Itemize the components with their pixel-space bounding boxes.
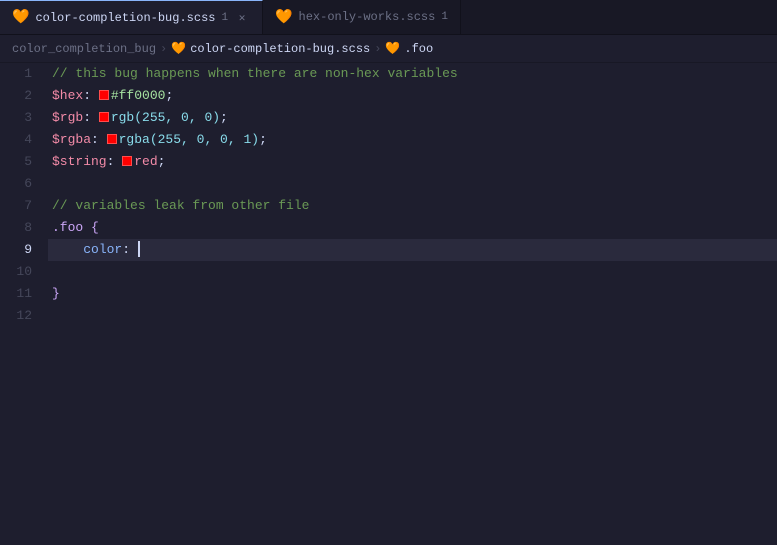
line-num-6: 6	[12, 173, 32, 195]
color-property: color	[83, 239, 122, 261]
line-num-2: 2	[12, 85, 32, 107]
line-num-3: 3	[12, 107, 32, 129]
line-num-12: 12	[12, 305, 32, 327]
line-num-7: 7	[12, 195, 32, 217]
breadcrumb-file-icon: 🧡	[171, 41, 186, 56]
breadcrumb-sep-2: ›	[374, 42, 381, 56]
breadcrumb-sep-1: ›	[160, 42, 167, 56]
swatch-string	[122, 156, 132, 166]
scss-tab-icon-1: 🧡	[12, 9, 29, 26]
swatch-rgb	[99, 112, 109, 122]
code-line-1: // this bug happens when there are non-h…	[48, 63, 777, 85]
line-num-9: 9	[12, 239, 32, 261]
code-line-9: color:	[48, 239, 777, 261]
tab-hex-only-works[interactable]: 🧡 hex-only-works.scss 1	[263, 0, 461, 34]
tab-label-1: color-completion-bug.scss	[35, 11, 215, 25]
tab-badge-2: 1	[441, 11, 448, 23]
line-num-4: 4	[12, 129, 32, 151]
code-line-12	[48, 305, 777, 327]
code-area[interactable]: // this bug happens when there are non-h…	[48, 63, 777, 545]
line-num-11: 11	[12, 283, 32, 305]
tab-close-1[interactable]: ✕	[234, 10, 250, 26]
comment-2: // variables leak from other file	[52, 195, 309, 217]
line-num-1: 1	[12, 63, 32, 85]
breadcrumb-folder: color_completion_bug	[12, 42, 156, 56]
string-value: red	[134, 151, 157, 173]
rgb-value: rgb(255, 0, 0)	[111, 107, 220, 129]
tab-bar: 🧡 color-completion-bug.scss 1 ✕ 🧡 hex-on…	[0, 0, 777, 35]
tab-color-completion-bug[interactable]: 🧡 color-completion-bug.scss 1 ✕	[0, 0, 263, 34]
swatch-rgba	[107, 134, 117, 144]
breadcrumb-selector: .foo	[404, 42, 433, 56]
selector-foo: .foo	[52, 217, 83, 239]
code-line-5: $string: red;	[48, 151, 777, 173]
line-num-10: 10	[12, 261, 32, 283]
scss-tab-icon-2: 🧡	[275, 9, 292, 26]
var-hex: $hex	[52, 85, 83, 107]
code-line-4: $rgba: rgba(255, 0, 0, 1);	[48, 129, 777, 151]
var-string: $string	[52, 151, 107, 173]
code-line-10	[48, 261, 777, 283]
line-num-5: 5	[12, 151, 32, 173]
comment-1: // this bug happens when there are non-h…	[52, 63, 458, 85]
swatch-hex	[99, 90, 109, 100]
var-rgb: $rgb	[52, 107, 83, 129]
text-cursor	[138, 241, 140, 257]
breadcrumb-selector-icon: 🧡	[385, 41, 400, 56]
line-numbers: 1 2 3 4 5 6 7 8 9 10 11 12	[0, 63, 48, 545]
code-line-2: $hex: #ff0000;	[48, 85, 777, 107]
code-line-6	[48, 173, 777, 195]
code-line-7: // variables leak from other file	[48, 195, 777, 217]
breadcrumb: color_completion_bug › 🧡 color-completio…	[0, 35, 777, 63]
code-line-11: }	[48, 283, 777, 305]
tab-badge-1: 1	[221, 12, 228, 24]
line-num-8: 8	[12, 217, 32, 239]
var-rgba: $rgba	[52, 129, 91, 151]
editor[interactable]: 1 2 3 4 5 6 7 8 9 10 11 12 // this bug h…	[0, 63, 777, 545]
code-line-8: .foo {	[48, 217, 777, 239]
tab-label-2: hex-only-works.scss	[299, 10, 436, 24]
rgba-value: rgba(255, 0, 0, 1)	[119, 129, 259, 151]
close-brace: }	[52, 283, 60, 305]
code-line-3: $rgb: rgb(255, 0, 0);	[48, 107, 777, 129]
breadcrumb-file: color-completion-bug.scss	[190, 42, 370, 56]
open-brace: {	[91, 217, 99, 239]
hex-value: #ff0000	[111, 85, 166, 107]
